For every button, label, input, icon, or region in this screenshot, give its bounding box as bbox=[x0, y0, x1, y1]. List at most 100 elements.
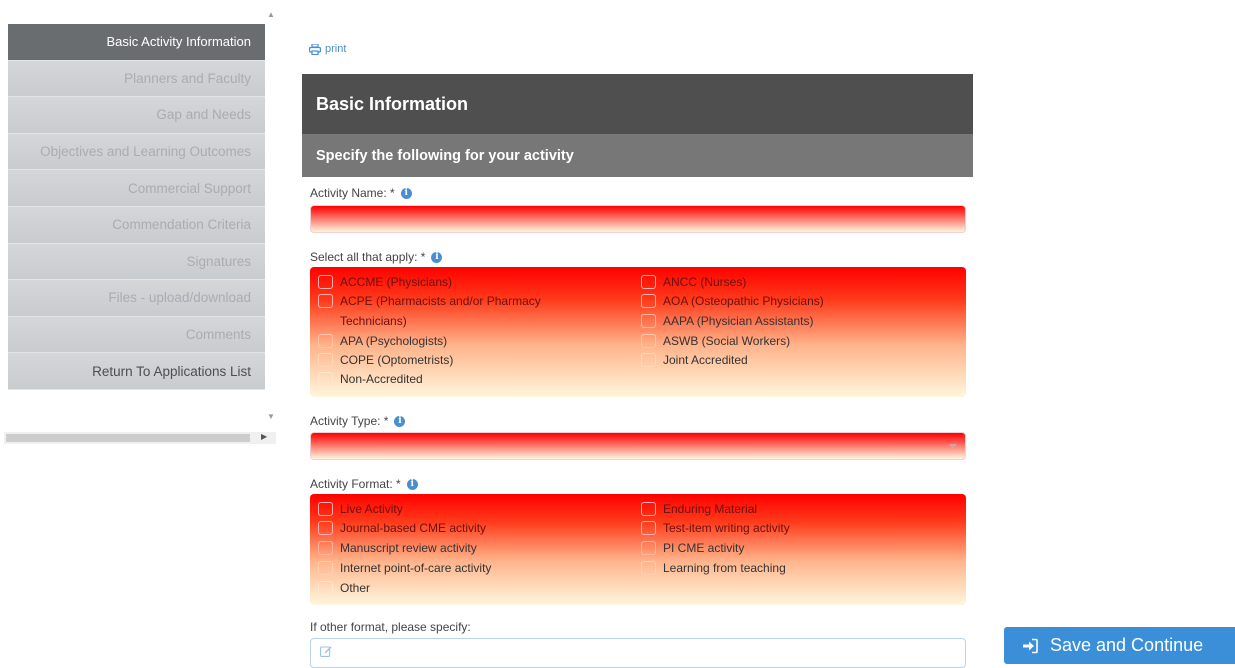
sidebar-item-gap-and-needs[interactable]: Gap and Needs bbox=[8, 97, 265, 134]
checkbox-aoa[interactable]: AOA (Osteopathic Physicians) bbox=[641, 294, 824, 308]
option-label: COPE (Optometrists) bbox=[340, 353, 454, 367]
printer-icon bbox=[309, 43, 321, 55]
info-icon[interactable]: i bbox=[406, 478, 418, 490]
option-label: ASWB (Social Workers) bbox=[663, 334, 791, 348]
checkbox-enduring-material[interactable]: Enduring Material bbox=[641, 502, 757, 516]
checkbox-pi-cme[interactable]: PI CME activity bbox=[641, 541, 744, 555]
sidebar-item-commercial-support[interactable]: Commercial Support bbox=[8, 170, 265, 207]
save-button-label: Save and Continue bbox=[1050, 635, 1204, 655]
option-label: Enduring Material bbox=[663, 502, 758, 516]
option-label: ACPE (Pharmacists and/or Pharmacy bbox=[340, 294, 541, 308]
checkbox-internet-point-of-care[interactable]: Internet point-of-care activity bbox=[318, 561, 491, 575]
sidebar-item-files[interactable]: Files - upload/download bbox=[8, 280, 265, 317]
select-all-label-text: Select all that apply: * bbox=[310, 250, 426, 264]
horizontal-scrollbar[interactable]: ▶ bbox=[4, 432, 276, 444]
panel-title: Basic Information bbox=[302, 74, 973, 134]
checkbox[interactable] bbox=[641, 275, 656, 289]
checkbox[interactable] bbox=[318, 521, 333, 535]
print-link[interactable]: print bbox=[309, 43, 346, 55]
save-and-continue-button[interactable]: Save and Continue bbox=[1004, 627, 1235, 664]
sidebar-item-signatures[interactable]: Signatures bbox=[8, 243, 265, 281]
checkbox[interactable] bbox=[318, 353, 333, 367]
activity-name-label: Activity Name: * i bbox=[310, 186, 412, 200]
checkbox[interactable] bbox=[318, 581, 333, 595]
panel-subtitle: Specify the following for your activity bbox=[302, 134, 973, 177]
vertical-scrollbar[interactable]: ▲ ▼ bbox=[265, 10, 277, 426]
checkbox[interactable] bbox=[318, 334, 333, 348]
select-all-label: Select all that apply: * i bbox=[310, 250, 443, 264]
checkbox[interactable] bbox=[318, 541, 333, 555]
sign-in-icon bbox=[1023, 638, 1038, 653]
option-label: Other bbox=[340, 581, 371, 595]
checkbox-learning-from-teaching[interactable]: Learning from teaching bbox=[641, 561, 786, 575]
activity-format-checkbox-group: Live Activity Journal-based CME activity… bbox=[310, 494, 966, 605]
info-icon[interactable]: i bbox=[394, 415, 406, 427]
edit-icon bbox=[320, 646, 332, 657]
checkbox-aapa[interactable]: AAPA (Physician Assistants) bbox=[641, 314, 814, 328]
chevron-down-icon bbox=[949, 444, 957, 449]
checkbox[interactable] bbox=[641, 314, 656, 328]
option-label: Internet point-of-care activity bbox=[340, 561, 492, 575]
checkbox[interactable] bbox=[318, 372, 333, 386]
checkbox[interactable] bbox=[641, 541, 656, 555]
sidebar-item-objectives[interactable]: Objectives and Learning Outcomes bbox=[8, 133, 265, 171]
checkbox[interactable] bbox=[641, 294, 656, 308]
option-label: AOA (Osteopathic Physicians) bbox=[663, 294, 824, 308]
option-label: ACCME (Physicians) bbox=[340, 275, 453, 289]
checkbox[interactable] bbox=[641, 353, 656, 367]
option-label: Technicians) bbox=[340, 314, 407, 328]
checkbox-non-accredited[interactable]: Non-Accredited bbox=[318, 372, 423, 386]
option-label: Joint Accredited bbox=[663, 353, 748, 367]
info-icon[interactable]: i bbox=[400, 187, 412, 199]
checkbox[interactable] bbox=[318, 275, 333, 289]
checkbox[interactable] bbox=[318, 502, 333, 516]
activity-type-select[interactable] bbox=[310, 432, 966, 460]
sidebar-item-commendation-criteria[interactable]: Commendation Criteria bbox=[8, 206, 265, 244]
activity-format-label-text: Activity Format: * bbox=[310, 477, 401, 491]
checkbox[interactable] bbox=[641, 502, 656, 516]
option-label: Manuscript review activity bbox=[340, 541, 477, 555]
activity-name-input[interactable] bbox=[310, 205, 966, 233]
option-label: PI CME activity bbox=[663, 541, 745, 555]
checkbox-journal-based[interactable]: Journal-based CME activity bbox=[318, 521, 486, 535]
checkbox-cope[interactable]: COPE (Optometrists) bbox=[318, 353, 453, 367]
checkbox-live-activity[interactable]: Live Activity bbox=[318, 502, 403, 516]
option-label: Test-item writing activity bbox=[663, 521, 790, 535]
checkbox-joint-accredited[interactable]: Joint Accredited bbox=[641, 353, 748, 367]
sidebar-frame: Basic Activity Information Planners and … bbox=[0, 0, 282, 450]
accreditation-checkbox-group: ACCME (Physicians) ACPE (Pharmacists and… bbox=[310, 267, 966, 397]
other-format-label-text: If other format, please specify: bbox=[310, 620, 471, 634]
option-label: Non-Accredited bbox=[340, 372, 423, 386]
checkbox[interactable] bbox=[318, 294, 333, 308]
checkbox[interactable] bbox=[641, 521, 656, 535]
info-icon[interactable]: i bbox=[431, 251, 443, 263]
checkbox[interactable] bbox=[318, 561, 333, 575]
sidebar-item-basic-activity-information[interactable]: Basic Activity Information bbox=[8, 24, 265, 61]
activity-type-label-text: Activity Type: * bbox=[310, 414, 389, 428]
option-label: Learning from teaching bbox=[663, 561, 786, 575]
checkbox[interactable] bbox=[641, 561, 656, 575]
scroll-down-icon[interactable]: ▼ bbox=[267, 412, 275, 421]
checkbox[interactable] bbox=[641, 334, 656, 348]
print-label: print bbox=[325, 43, 347, 55]
checkbox-accme[interactable]: ACCME (Physicians) bbox=[318, 275, 452, 289]
basic-information-panel: Basic Information Specify the following … bbox=[302, 74, 973, 177]
checkbox-aswb[interactable]: ASWB (Social Workers) bbox=[641, 334, 790, 348]
other-format-label: If other format, please specify: bbox=[310, 620, 471, 634]
activity-type-label: Activity Type: * i bbox=[310, 414, 406, 428]
checkbox-other[interactable]: Other bbox=[318, 581, 370, 595]
scroll-up-icon[interactable]: ▲ bbox=[267, 10, 275, 19]
option-label: APA (Psychologists) bbox=[340, 334, 448, 348]
scrollbar-thumb[interactable] bbox=[6, 434, 250, 442]
option-label-continued: Technicians) bbox=[340, 314, 407, 328]
sidebar-item-planners-and-faculty[interactable]: Planners and Faculty bbox=[8, 60, 265, 98]
checkbox-manuscript-review[interactable]: Manuscript review activity bbox=[318, 541, 477, 555]
checkbox-acpe[interactable]: ACPE (Pharmacists and/or Pharmacy bbox=[318, 294, 541, 308]
scroll-right-icon[interactable]: ▶ bbox=[261, 432, 267, 441]
checkbox-test-item-writing[interactable]: Test-item writing activity bbox=[641, 521, 790, 535]
checkbox-apa[interactable]: APA (Psychologists) bbox=[318, 334, 447, 348]
sidebar-item-comments[interactable]: Comments bbox=[8, 316, 265, 354]
sidebar-item-return-to-list[interactable]: Return To Applications List bbox=[8, 353, 265, 390]
activity-name-label-text: Activity Name: * bbox=[310, 186, 395, 200]
checkbox-ancc[interactable]: ANCC (Nurses) bbox=[641, 275, 746, 289]
